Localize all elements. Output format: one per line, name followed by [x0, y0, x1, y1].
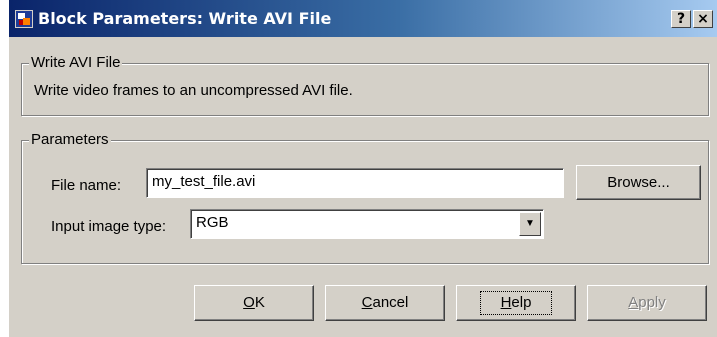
description-group-legend: Write AVI File: [29, 54, 123, 71]
title-bar[interactable]: Block Parameters: Write AVI File ? ×: [9, 0, 717, 37]
parameters-group: Parameters File name: my_test_file.avi B…: [21, 131, 709, 264]
window-title: Block Parameters: Write AVI File: [38, 9, 332, 28]
close-icon[interactable]: ×: [693, 10, 713, 28]
apply-mnemonic: A: [628, 294, 639, 311]
cancel-label-rest: ancel: [372, 294, 409, 311]
description-group: Write AVI File Write video frames to an …: [21, 54, 709, 116]
file-name-label: File name:: [51, 177, 122, 194]
cancel-mnemonic: C: [361, 294, 373, 311]
block-parameters-dialog: Block Parameters: Write AVI File ? × Wri…: [8, 0, 717, 337]
input-image-type-value: RGB: [196, 214, 229, 231]
help-label-rest: elp: [511, 294, 532, 311]
apply-label-rest: pply: [638, 294, 666, 311]
help-icon[interactable]: ?: [671, 10, 691, 28]
cancel-button[interactable]: Cancel: [325, 285, 445, 321]
ok-mnemonic: O: [243, 294, 255, 311]
help-mnemonic: H: [500, 294, 512, 311]
file-name-input[interactable]: my_test_file.avi: [146, 168, 564, 198]
ok-button[interactable]: OK: [194, 285, 314, 321]
simulink-block-icon: [15, 10, 33, 28]
input-image-type-select[interactable]: RGB ▼: [190, 209, 544, 239]
help-button[interactable]: Help: [456, 285, 576, 321]
ok-label-rest: K: [254, 294, 265, 311]
apply-button[interactable]: Apply: [587, 285, 707, 321]
block-description: Write video frames to an uncompressed AV…: [34, 82, 353, 99]
chevron-down-icon[interactable]: ▼: [519, 212, 541, 236]
input-image-type-label: Input image type:: [51, 218, 167, 235]
browse-button[interactable]: Browse...: [576, 165, 701, 200]
parameters-group-legend: Parameters: [29, 131, 111, 148]
